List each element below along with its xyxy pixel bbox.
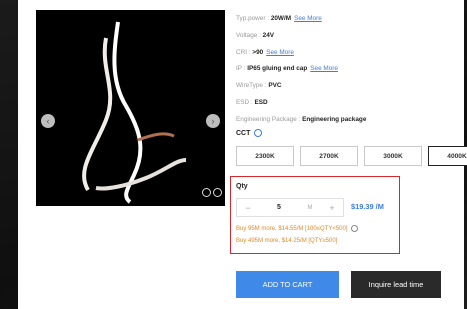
spec-label: CRI : [236, 48, 253, 56]
unit-price: $19.39 /M [351, 202, 384, 211]
spec-value: IP65 gluing end cap [247, 65, 308, 73]
inquire-lead-time-button[interactable]: Inquire lead time [351, 271, 441, 298]
spec-value: >90 [252, 48, 264, 56]
increase-button[interactable]: + [321, 203, 343, 213]
see-more-link[interactable]: See More [310, 65, 338, 72]
see-more-link[interactable]: See More [294, 15, 322, 22]
cct-option-2300k[interactable]: 2300K [236, 146, 294, 166]
qty-section: Qty − 5 M + $19.39 /M Buy 95M more, $14.… [230, 176, 400, 254]
image-next-button[interactable]: › [206, 114, 220, 128]
quantity-input[interactable]: 5 [259, 204, 299, 211]
quantity-stepper: − 5 M + [236, 198, 344, 217]
image-prev-button[interactable]: ‹ [41, 114, 55, 128]
spec-label: IP : [236, 65, 248, 73]
cct-option-4000k[interactable]: 4000K [428, 146, 467, 166]
spec-ip: IP : IP65 gluing end cap See More [236, 64, 461, 81]
spec-cri: CRI : >90 See More [236, 48, 461, 65]
quantity-unit: M [307, 204, 313, 211]
spec-value: ESD [254, 98, 268, 106]
spec-value: 24V [262, 31, 275, 39]
see-more-link[interactable]: See More [266, 49, 294, 56]
decrease-button[interactable]: − [237, 203, 259, 213]
info-icon[interactable] [351, 225, 359, 232]
spec-list: Typ.power : 20W/M See More Voltage : 24V … [236, 14, 461, 132]
spec-value: Engineering package [302, 115, 367, 123]
tier-price-1: Buy 95M more, $14.55/M [100≤QTY<500] [236, 225, 359, 233]
tier-price-2: Buy 495M more, $14.25/M [QTY≥500] [236, 238, 338, 244]
cct-options: 2300K 2700K 3000K 4000K [236, 146, 467, 166]
product-image: ‹ › [36, 10, 225, 206]
spec-power: Typ.power : 20W/M See More [236, 14, 461, 31]
spec-label: WireType : [236, 82, 269, 90]
spec-label: Typ.power : [236, 15, 271, 22]
spec-value: PVC [268, 82, 282, 90]
image-gallery-icon[interactable] [202, 188, 222, 199]
info-icon[interactable] [254, 129, 263, 137]
spec-label: Voltage : [236, 31, 263, 39]
cct-option-3000k[interactable]: 3000K [364, 146, 422, 166]
spec-label: ESD : [236, 98, 255, 106]
add-to-cart-button[interactable]: ADD TO CART [236, 271, 339, 298]
spec-value: 20W/M [270, 15, 292, 22]
tier-text: Buy 95M more, $14.55/M [100≤QTY<500] [236, 226, 348, 233]
spec-voltage: Voltage : 24V [236, 31, 461, 48]
cct-heading: CCT [236, 129, 263, 137]
led-strip-illustration [82, 21, 187, 204]
spec-engineering-package: Engineering Package : Engineering packag… [236, 115, 461, 132]
qty-label: Qty [236, 183, 248, 190]
spec-label: Engineering Package : [236, 115, 303, 123]
cct-option-2700k[interactable]: 2700K [300, 146, 358, 166]
spec-esd: ESD : ESD [236, 98, 461, 115]
spec-wiretype: WireType : PVC [236, 81, 461, 98]
cct-label: CCT [236, 129, 251, 137]
